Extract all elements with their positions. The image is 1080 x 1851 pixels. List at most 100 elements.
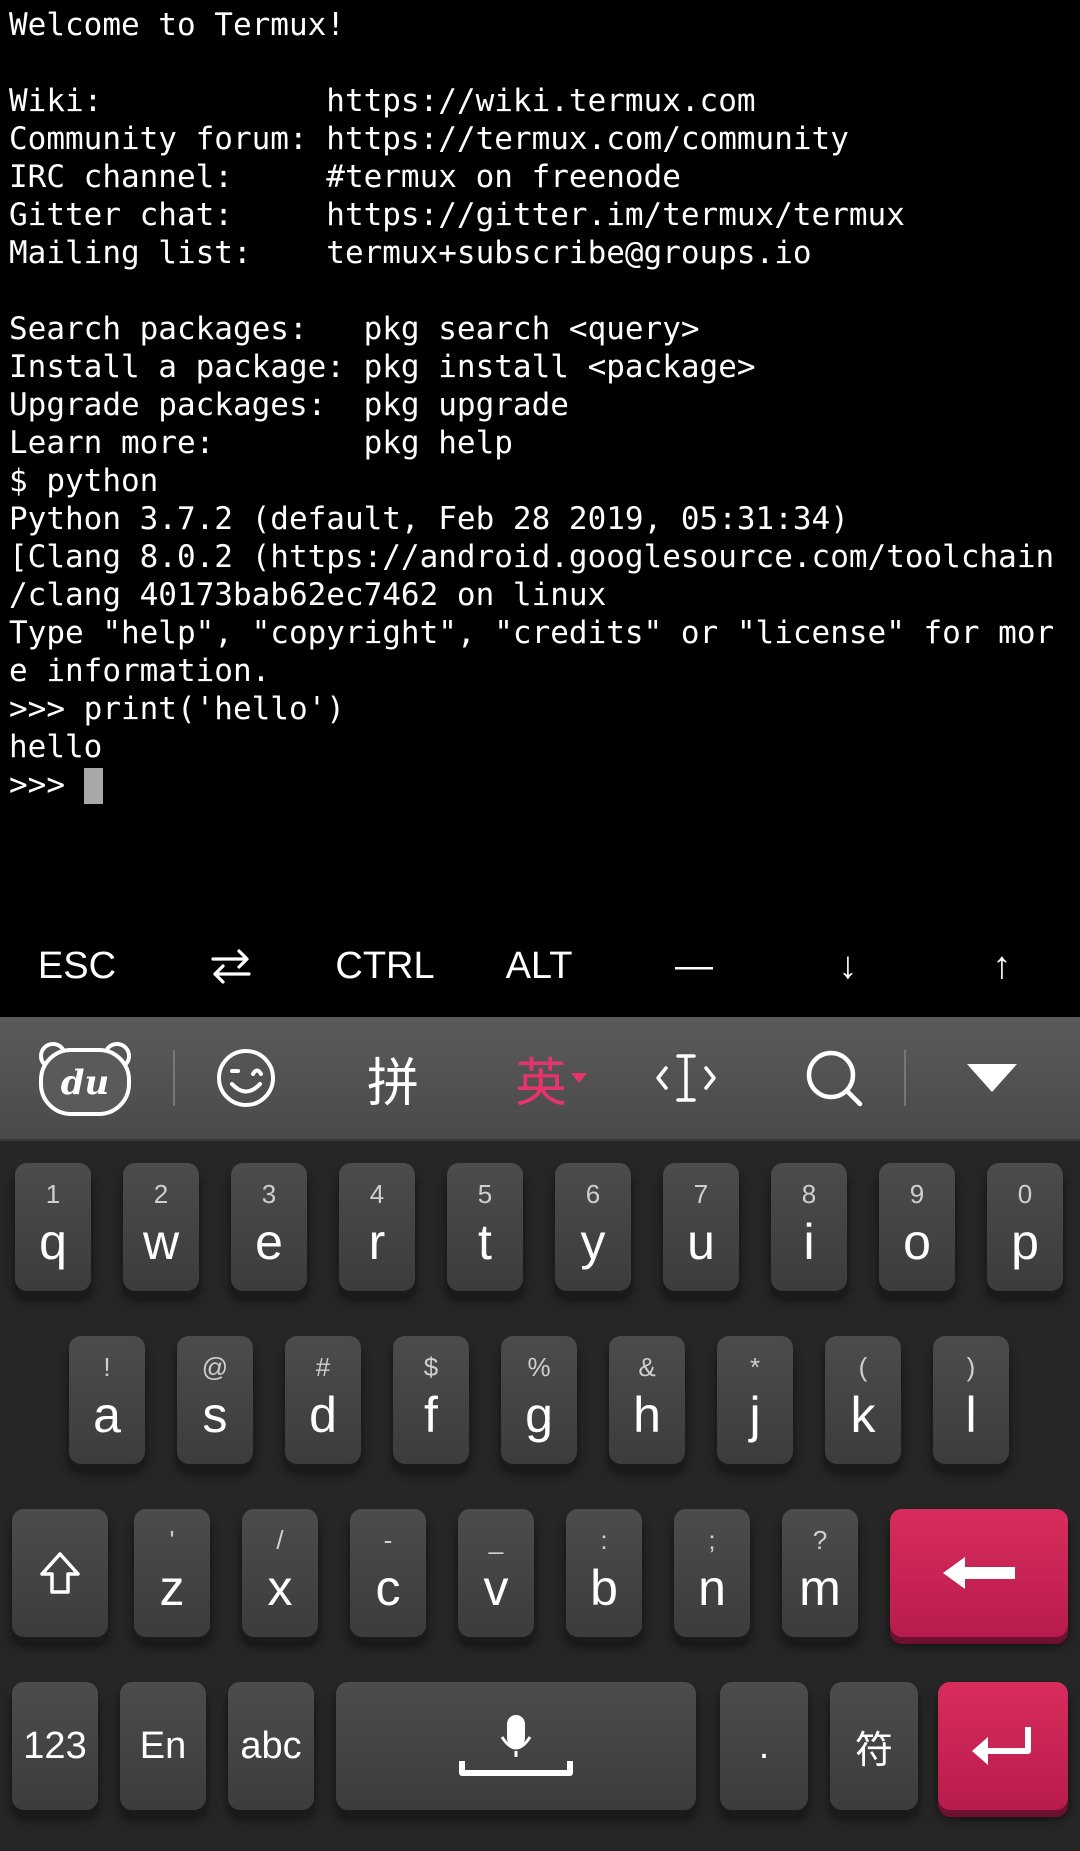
- key-hint: *: [749, 1352, 761, 1382]
- terminal-view[interactable]: Welcome to Termux! Wiki: https://wiki.te…: [0, 0, 1080, 915]
- key-hint: 3: [261, 1179, 277, 1209]
- key-t[interactable]: 5 t: [447, 1163, 523, 1291]
- backspace-key-glyph: [890, 1509, 1068, 1637]
- terminal-line: /clang 40173bab62ec7462 on linux: [9, 577, 607, 613]
- search-button[interactable]: [774, 1017, 894, 1139]
- key-w[interactable]: 2 w: [123, 1163, 199, 1291]
- key-l[interactable]: ) l: [933, 1336, 1009, 1464]
- terminal-prompt-line[interactable]: >>>: [9, 766, 103, 804]
- cursor-edit-button[interactable]: [626, 1017, 746, 1139]
- key-e[interactable]: 3 e: [231, 1163, 307, 1291]
- terminal-line: >>> print('hello'): [9, 691, 345, 727]
- key-char: h: [633, 1387, 661, 1443]
- collapse-triangle-icon: [967, 1064, 1017, 1092]
- key-hint: 5: [477, 1179, 493, 1209]
- key-hint: 8: [801, 1179, 817, 1209]
- terminal-line: $ python: [9, 463, 159, 499]
- period-key[interactable]: .: [720, 1682, 808, 1810]
- key-char: n: [698, 1560, 726, 1616]
- ctrl-key[interactable]: CTRL: [308, 915, 462, 1017]
- key-char: r: [368, 1214, 386, 1270]
- key-o[interactable]: 9 o: [879, 1163, 955, 1291]
- key-u[interactable]: 7 u: [663, 1163, 739, 1291]
- backspace-key[interactable]: [890, 1509, 1068, 1637]
- terminal-line: Gitter chat: https://gitter.im/termux/te…: [9, 197, 905, 233]
- du-bear-logo-icon: du: [39, 1042, 131, 1116]
- key-hint: :: [600, 1525, 608, 1555]
- key-b[interactable]: : b: [566, 1509, 642, 1637]
- key-q[interactable]: 1 q: [15, 1163, 91, 1291]
- arrow-down-key[interactable]: ↓: [771, 915, 925, 1017]
- key-char: l: [965, 1387, 977, 1443]
- pinyin-mode-button[interactable]: 拼: [333, 1017, 453, 1139]
- key-n[interactable]: ; n: [674, 1509, 750, 1637]
- dash-key[interactable]: —: [617, 915, 771, 1017]
- key-hint: %: [527, 1352, 551, 1382]
- key-char: w: [142, 1214, 180, 1270]
- key-hint: ': [169, 1525, 175, 1555]
- key-hint: (: [858, 1352, 868, 1382]
- key-s[interactable]: @ s: [177, 1336, 253, 1464]
- terminal-line: [Clang 8.0.2 (https://android.googlesour…: [9, 539, 1055, 575]
- key-hint: 7: [693, 1179, 709, 1209]
- key-f[interactable]: $ f: [393, 1336, 469, 1464]
- key-hint: -: [383, 1525, 393, 1555]
- key-m[interactable]: ? m: [782, 1509, 858, 1637]
- key-z[interactable]: ' z: [134, 1509, 210, 1637]
- key-x[interactable]: / x: [242, 1509, 318, 1637]
- key-char: s: [202, 1387, 228, 1443]
- key-char: x: [267, 1560, 293, 1616]
- terminal-cursor: [83, 768, 103, 804]
- toolbar-divider: [904, 1050, 906, 1106]
- key-char: c: [375, 1560, 401, 1616]
- abc-key-label: abc: [240, 1724, 302, 1767]
- symbols-key-label: 符: [854, 1727, 893, 1772]
- language-key[interactable]: En: [120, 1682, 206, 1810]
- abc-key[interactable]: abc: [228, 1682, 314, 1810]
- key-char: t: [478, 1214, 492, 1270]
- key-p[interactable]: 0 p: [987, 1163, 1063, 1291]
- key-i[interactable]: 8 i: [771, 1163, 847, 1291]
- key-k[interactable]: ( k: [825, 1336, 901, 1464]
- key-v[interactable]: _ v: [458, 1509, 534, 1637]
- terminal-line: Learn more: pkg help: [9, 425, 513, 461]
- key-hint: /: [276, 1525, 284, 1555]
- shift-arrow-icon: [40, 1552, 80, 1594]
- key-hint: !: [103, 1352, 111, 1382]
- python-prompt: >>>: [9, 767, 84, 803]
- arrow-up-key[interactable]: ↑: [925, 915, 1079, 1017]
- key-a[interactable]: ! a: [69, 1336, 145, 1464]
- key-char: e: [255, 1214, 283, 1270]
- key-j[interactable]: * j: [717, 1336, 793, 1464]
- esc-key[interactable]: ESC: [0, 915, 154, 1017]
- key-hint: 9: [909, 1179, 925, 1209]
- key-c[interactable]: - c: [350, 1509, 426, 1637]
- tab-key[interactable]: [154, 915, 308, 1017]
- key-char: b: [590, 1560, 618, 1616]
- key-char: i: [803, 1214, 815, 1270]
- text-cursor-icon: [656, 1054, 716, 1102]
- key-h[interactable]: & h: [609, 1336, 685, 1464]
- key-char: f: [424, 1387, 438, 1443]
- key-hint: ): [966, 1352, 976, 1382]
- english-mode-button[interactable]: 英: [492, 1017, 612, 1139]
- terminal-line: Community forum: https://termux.com/comm…: [9, 121, 849, 157]
- key-g[interactable]: % g: [501, 1336, 577, 1464]
- baidu-logo-button[interactable]: du: [25, 1017, 145, 1139]
- enter-key[interactable]: [938, 1682, 1068, 1810]
- shift-key[interactable]: [12, 1509, 108, 1637]
- alt-key[interactable]: ALT: [462, 915, 616, 1017]
- key-hint: ;: [708, 1525, 716, 1555]
- terminal-line: hello: [9, 729, 103, 765]
- key-char: z: [159, 1560, 185, 1616]
- collapse-keyboard-button[interactable]: [932, 1017, 1052, 1139]
- emoji-button[interactable]: [186, 1017, 306, 1139]
- key-hint: 2: [153, 1179, 169, 1209]
- key-hint: ?: [812, 1525, 828, 1555]
- symbols-key[interactable]: 符: [830, 1682, 918, 1810]
- key-y[interactable]: 6 y: [555, 1163, 631, 1291]
- space-key[interactable]: [336, 1682, 696, 1810]
- key-r[interactable]: 4 r: [339, 1163, 415, 1291]
- key-d[interactable]: # d: [285, 1336, 361, 1464]
- numbers-key[interactable]: 123: [12, 1682, 98, 1810]
